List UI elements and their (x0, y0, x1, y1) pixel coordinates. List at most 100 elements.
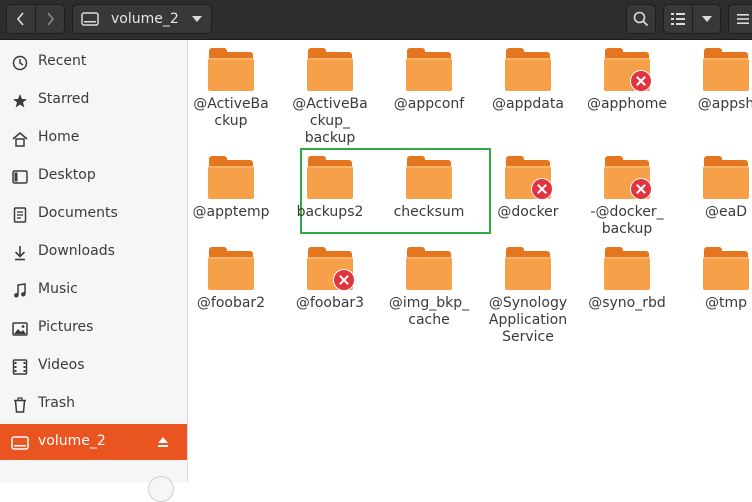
locked-badge-icon (630, 178, 652, 200)
sidebar-item-volume-2[interactable]: volume_2 (0, 424, 187, 460)
clock-icon (11, 54, 29, 72)
folder-item[interactable]: backups2 (283, 156, 377, 221)
list-view-icon (671, 13, 685, 25)
sidebar-item-downloads[interactable]: Downloads (0, 234, 187, 270)
forward-button[interactable] (35, 4, 65, 34)
search-button[interactable] (626, 4, 656, 34)
folder-item[interactable]: @syno_rbd (580, 247, 674, 312)
folder-item[interactable]: @foobar2 (188, 247, 278, 312)
sidebar-item-recent[interactable]: Recent (0, 44, 187, 80)
sidebar-item-documents[interactable]: Documents (0, 196, 187, 232)
sidebar: Recent Starred Home Desktop Documents Do… (0, 40, 188, 502)
desktop-icon (11, 168, 29, 186)
sidebar-item-music[interactable]: Music (0, 272, 187, 308)
folder-item[interactable]: @appdata (481, 48, 575, 113)
sidebar-item-label: Desktop (38, 167, 96, 183)
folder-item[interactable]: @foobar3 (283, 247, 377, 312)
document-icon (11, 206, 29, 224)
folder-icon (405, 156, 453, 200)
folder-label: @Synology Application Service (488, 295, 568, 345)
sidebar-item-label: Home (38, 129, 80, 145)
chevron-down-icon (701, 16, 712, 22)
main-menu-button[interactable] (728, 4, 752, 34)
folder-label: -@docker_ backup (590, 204, 664, 237)
folder-label: @appconf (393, 96, 465, 112)
folder-icon (306, 48, 354, 92)
folder-item[interactable]: @Synology Application Service (481, 247, 575, 346)
sidebar-item-trash[interactable]: Trash (0, 386, 187, 422)
eject-icon[interactable] (158, 437, 168, 447)
folder-icon (306, 156, 354, 200)
sidebar-item-label: Starred (38, 91, 90, 107)
folder-label: @apphome (586, 96, 668, 112)
back-button[interactable] (6, 4, 36, 34)
sidebar-item-pictures[interactable]: Pictures (0, 310, 187, 346)
folder-icon (207, 247, 255, 291)
folder-label: @foobar3 (295, 295, 365, 311)
folder-item[interactable]: @appsh (679, 48, 752, 113)
sidebar-item-label: Downloads (38, 243, 115, 259)
sidebar-item-label: volume_2 (38, 433, 106, 449)
folder-icon (702, 247, 750, 291)
sidebar-item-desktop[interactable]: Desktop (0, 158, 187, 194)
locked-badge-icon (333, 269, 355, 291)
video-icon (11, 358, 29, 376)
sidebar-scroll-indicator[interactable] (148, 476, 174, 502)
sidebar-item-starred[interactable]: Starred (0, 82, 187, 118)
folder-icon (405, 48, 453, 92)
folder-item[interactable]: @docker (481, 156, 575, 221)
folder-icon (603, 48, 652, 92)
folder-label: @appdata (492, 96, 564, 112)
chevron-down-icon (192, 16, 202, 22)
sidebar-item-label: Documents (38, 205, 118, 221)
folder-label: @eaD (705, 204, 747, 220)
sidebar-item-label: Recent (38, 53, 87, 69)
folder-label: @foobar2 (196, 295, 266, 311)
sidebar-item-home[interactable]: Home (0, 120, 187, 156)
folder-label: @tmp (704, 295, 747, 311)
folder-icon (702, 156, 750, 200)
folder-icon (504, 156, 553, 200)
sidebar-item-label: Pictures (38, 319, 94, 335)
folder-item[interactable]: @eaD (679, 156, 752, 221)
location-button[interactable]: volume_2 (72, 4, 212, 34)
folder-item[interactable]: @apptemp (188, 156, 278, 221)
folder-item[interactable]: @ActiveBa ckup (188, 48, 278, 130)
view-options-button[interactable] (692, 4, 721, 34)
sidebar-item-videos[interactable]: Videos (0, 348, 187, 384)
folder-icon (306, 247, 355, 291)
folder-icon (603, 156, 652, 200)
folder-icon (504, 48, 552, 92)
folder-label: checksum (393, 204, 465, 220)
view-toggle-button[interactable] (663, 4, 693, 34)
folder-item[interactable]: @apphome (580, 48, 674, 113)
file-grid: @ActiveBa ckup @ActiveBa ckup_ backup @appcon… (188, 40, 752, 482)
folder-item[interactable]: @tmp (679, 247, 752, 312)
music-icon (11, 282, 29, 300)
folder-item[interactable]: @appconf (382, 48, 476, 113)
trash-icon (11, 396, 29, 414)
sidebar-item-label: Music (38, 281, 78, 297)
star-icon (11, 92, 29, 110)
folder-label: @ActiveBa ckup_ backup (292, 96, 368, 146)
sidebar-item-label: Trash (38, 395, 75, 411)
folder-label: @apptemp (192, 204, 270, 220)
folder-icon (405, 247, 453, 291)
chevron-right-icon (47, 12, 55, 26)
folder-icon (603, 247, 651, 291)
header-bar: volume_2 (0, 0, 752, 40)
folder-item[interactable]: @img_bkp_ cache (382, 247, 476, 329)
location-label: volume_2 (111, 11, 179, 27)
chevron-left-icon (16, 12, 24, 26)
locked-badge-icon (531, 178, 553, 200)
folder-label: @img_bkp_ cache (388, 295, 470, 328)
folder-item[interactable]: checksum (382, 156, 476, 221)
folder-label: @docker (497, 204, 559, 220)
folder-item[interactable]: -@docker_ backup (580, 156, 674, 238)
folder-icon (702, 48, 750, 92)
sidebar-item-label: Videos (38, 357, 85, 373)
hamburger-menu-icon (737, 14, 749, 24)
folder-item[interactable]: @ActiveBa ckup_ backup (283, 48, 377, 147)
search-icon (633, 11, 649, 27)
drive-icon (81, 12, 99, 26)
